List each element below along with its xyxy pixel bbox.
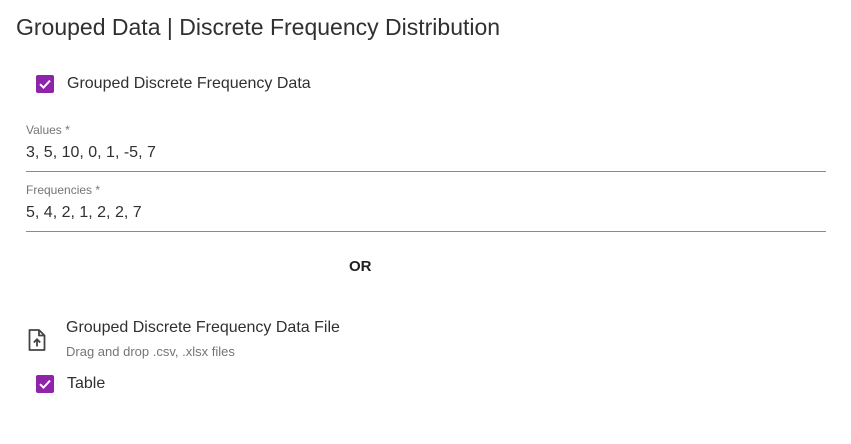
frequencies-input[interactable] <box>26 204 826 222</box>
file-upload-icon <box>27 328 47 352</box>
frequencies-field: Frequencies * <box>26 181 826 232</box>
table-checkbox-label: Table <box>67 375 106 392</box>
file-upload-title: Grouped Discrete Frequency Data File <box>66 319 340 336</box>
values-input[interactable] <box>26 144 826 162</box>
file-upload-subtitle: Drag and drop .csv, .xlsx files <box>66 344 235 359</box>
checkbox-checked-icon[interactable] <box>36 375 54 393</box>
values-field-label: Values * <box>26 123 70 137</box>
page-title: Grouped Data | Discrete Frequency Distri… <box>16 14 501 40</box>
grouped-data-checkbox[interactable]: Grouped Discrete Frequency Data <box>36 72 311 96</box>
table-checkbox[interactable]: Table <box>36 372 105 396</box>
frequencies-field-label: Frequencies * <box>26 183 101 197</box>
file-upload-dropzone[interactable]: Grouped Discrete Frequency Data File Dra… <box>26 316 446 364</box>
or-separator: OR <box>349 258 372 275</box>
values-field: Values * <box>26 121 826 172</box>
grouped-data-checkbox-label: Grouped Discrete Frequency Data <box>67 75 311 92</box>
checkbox-checked-icon[interactable] <box>36 75 54 93</box>
